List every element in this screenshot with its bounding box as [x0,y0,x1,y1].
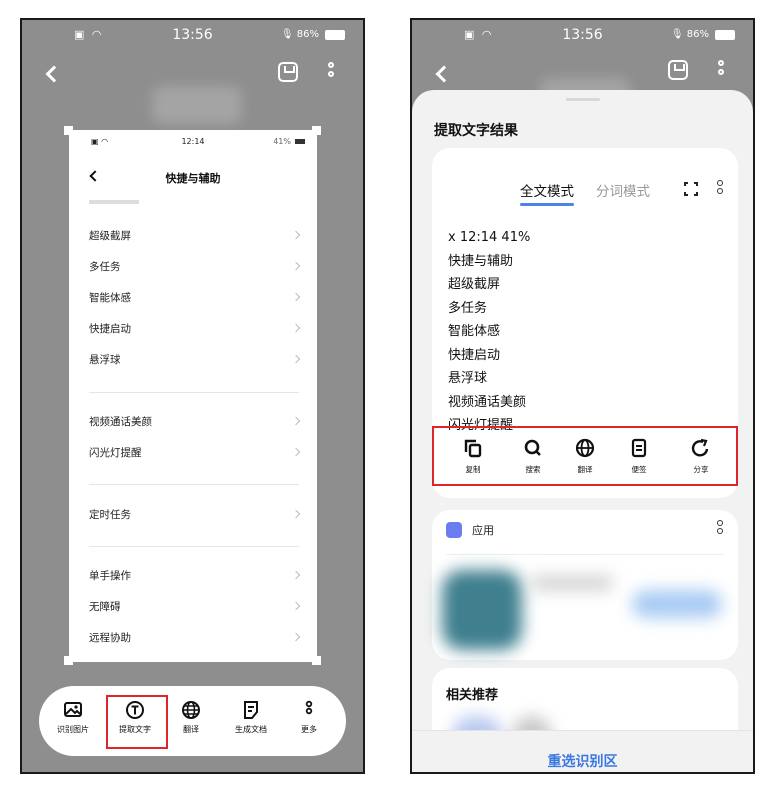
list-item: 闪光灯提醒 [89,438,301,468]
toolbar-label: 更多 [301,725,317,734]
app-card: 应用 [432,510,738,660]
blurred-app-button[interactable] [632,590,722,618]
toolbar-label: 生成文档 [235,725,267,734]
save-icon[interactable] [668,60,688,80]
tab-word-split[interactable]: 分词模式 [596,180,650,200]
globe-icon [161,700,221,720]
chevron-right-icon [291,230,301,240]
more-vertical-icon[interactable] [717,520,723,536]
text-line: 快捷与辅助 [448,253,514,269]
divider [89,546,299,547]
right-phone: ▣ ◠ 13:56 🎙 86% 提取文字结果 全文模式 分词模式 x 12:14… [410,18,755,774]
list-item: 快捷启动 [89,314,301,344]
text-line: 悬浮球 [448,371,488,386]
inner-title: 快捷与辅助 [165,172,221,185]
reselect-area-button[interactable]: 重选识别区 [412,751,753,771]
text-line: 快捷启动 [448,347,501,363]
document-icon [221,700,281,720]
toolbar-label: 翻译 [183,725,199,734]
chevron-right-icon [291,601,301,611]
chevron-right-icon [291,323,301,333]
battery-icon [715,30,735,40]
list-item: 定时任务 [89,500,301,530]
cut-off-text [89,200,139,204]
drag-handle[interactable] [566,98,600,101]
recommend-card: 相关推荐 [432,668,738,738]
chevron-right-icon [291,354,301,364]
app-section-label: 应用 [472,524,494,537]
translate-button[interactable]: 翻译 [161,700,221,735]
extracted-text[interactable]: x 12:14 41% 快捷与辅助 超级截屏 多任务 智能体感 快捷启动 悬浮球… [448,226,530,438]
captured-screenshot[interactable]: ▣ ◠ 12:14 41% 快捷与辅助 超级截屏 多任务 智能体感 快捷启动 悬… [69,130,317,662]
save-icon[interactable] [278,62,298,82]
chevron-right-icon [291,416,301,426]
list-item: 智能体感 [89,283,301,313]
back-icon[interactable] [435,65,453,83]
chevron-right-icon [291,509,301,519]
sheet-title: 提取文字结果 [434,123,518,139]
recommend-title: 相关推荐 [446,688,499,703]
image-scan-icon [43,700,103,720]
blurred-app-icon[interactable] [442,570,522,650]
inner-status-bar: ▣ ◠ 12:14 41% [69,134,317,152]
text-line: x 12:14 41% [448,230,531,245]
result-card: 全文模式 分词模式 x 12:14 41% 快捷与辅助 超级截屏 多任务 智能体… [432,148,738,498]
list-item: 无障碍 [89,592,301,622]
inner-battery-icon [295,139,305,144]
more-vertical-icon[interactable] [718,60,724,78]
blurred-app-text [532,576,612,590]
list-item: 多任务 [89,252,301,282]
inner-header: 快捷与辅助 [69,166,317,192]
bottom-toolbar: 识别图片 提取文字 翻译 生成文档 更多 [39,686,346,756]
list-item: 单手操作 [89,561,301,591]
status-bar: ▣ ◠ 13:56 🎙 86% [412,20,753,52]
highlight-box [432,426,738,486]
divider [446,554,724,555]
chevron-right-icon [291,447,301,457]
apps-grid-icon [446,522,462,538]
back-icon[interactable] [45,65,63,83]
chevron-right-icon [291,570,301,580]
list-item: 视频通话美颜 [89,407,301,437]
more-vertical-icon[interactable] [328,62,334,80]
status-bar: ▣ ◠ 13:56 🎙 86% [22,20,363,52]
divider [89,392,299,393]
more-icon [279,700,339,720]
divider [89,484,299,485]
blurred-title [152,86,242,124]
fullscreen-icon[interactable] [684,182,698,196]
text-line: 超级截屏 [448,277,501,292]
list-item: 超级截屏 [89,221,301,251]
highlight-box [106,695,168,749]
battery-text: 🎙 86% [280,29,319,40]
more-button[interactable]: 更多 [279,700,339,735]
text-line: 智能体感 [448,324,501,339]
tab-full-text[interactable]: 全文模式 [520,180,574,206]
battery-text: 🎙 86% [670,29,709,40]
bottom-bar: 重选识别区 [412,730,753,772]
battery-icon [325,30,345,40]
inner-battery: 41% [273,137,291,146]
chevron-right-icon [291,632,301,642]
chevron-right-icon [291,292,301,302]
recognize-image-button[interactable]: 识别图片 [43,700,103,735]
chevron-right-icon [291,261,301,271]
left-phone: ▣ ◠ 13:56 🎙 86% ▣ ◠ 12:14 41% 快捷与辅助 超级截屏… [20,18,365,774]
list-item: 悬浮球 [89,345,301,375]
generate-document-button[interactable]: 生成文档 [221,700,281,735]
result-sheet: 提取文字结果 全文模式 分词模式 x 12:14 41% 快捷与辅助 超级截屏 … [412,90,753,772]
text-line: 视频通话美颜 [448,394,527,410]
toolbar-label: 识别图片 [57,725,89,734]
text-line: 多任务 [448,300,488,316]
more-vertical-icon[interactable] [717,180,723,196]
list-item: 远程协助 [89,623,301,653]
